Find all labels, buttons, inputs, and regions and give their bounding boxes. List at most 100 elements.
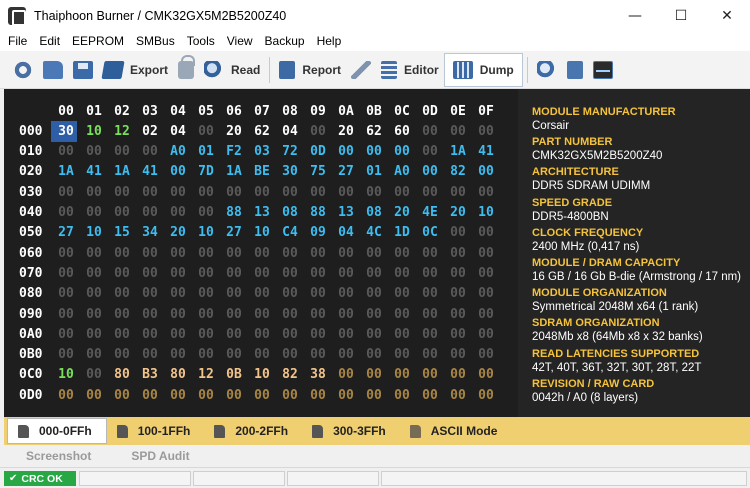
read-button[interactable]: Read xyxy=(199,55,265,85)
hex-byte[interactable]: 13 xyxy=(332,205,360,220)
hex-byte[interactable]: 00 xyxy=(416,185,444,200)
hex-byte[interactable]: 00 xyxy=(192,205,220,220)
hex-byte[interactable]: 00 xyxy=(108,246,136,261)
hex-byte[interactable]: 00 xyxy=(136,286,164,301)
hex-byte[interactable]: 00 xyxy=(304,347,332,362)
hex-byte[interactable]: 1A xyxy=(108,164,136,179)
hex-byte[interactable]: 00 xyxy=(416,246,444,261)
hex-byte[interactable]: 00 xyxy=(388,367,416,382)
hex-byte[interactable]: 20 xyxy=(164,225,192,240)
hex-byte[interactable]: 00 xyxy=(108,286,136,301)
documents-button[interactable] xyxy=(562,55,588,85)
hex-byte[interactable]: 00 xyxy=(192,307,220,322)
save-button[interactable] xyxy=(68,55,98,85)
menu-backup[interactable]: Backup xyxy=(259,34,311,48)
hex-byte[interactable]: 00 xyxy=(416,144,444,159)
hex-byte[interactable]: 00 xyxy=(304,286,332,301)
hex-byte[interactable]: 00 xyxy=(192,124,220,139)
hex-byte[interactable]: 00 xyxy=(304,266,332,281)
hex-byte[interactable]: 00 xyxy=(360,388,388,403)
hex-byte[interactable]: 00 xyxy=(80,327,108,342)
hex-byte[interactable]: 10 xyxy=(472,205,500,220)
hex-byte[interactable]: 00 xyxy=(472,347,500,362)
hex-byte[interactable]: 02 xyxy=(136,124,164,139)
hex-byte[interactable]: 00 xyxy=(360,327,388,342)
hex-byte[interactable]: 1A xyxy=(52,164,80,179)
hex-byte[interactable]: 00 xyxy=(472,388,500,403)
hex-byte[interactable]: 08 xyxy=(276,205,304,220)
hex-byte[interactable]: 00 xyxy=(472,286,500,301)
hex-byte[interactable]: 00 xyxy=(52,246,80,261)
hex-byte[interactable]: 00 xyxy=(52,307,80,322)
hex-byte[interactable]: 80 xyxy=(164,367,192,382)
hex-byte[interactable]: 0B xyxy=(220,367,248,382)
hex-byte[interactable]: 00 xyxy=(276,266,304,281)
hex-byte[interactable]: 00 xyxy=(248,327,276,342)
hex-byte[interactable]: 12 xyxy=(108,124,136,139)
hex-byte[interactable]: 00 xyxy=(416,307,444,322)
hex-byte[interactable]: 10 xyxy=(80,124,108,139)
hex-byte[interactable]: 00 xyxy=(220,388,248,403)
hex-byte[interactable]: 00 xyxy=(360,286,388,301)
hex-byte[interactable]: 4C xyxy=(360,225,388,240)
hex-byte[interactable]: 10 xyxy=(80,225,108,240)
hex-byte[interactable]: 00 xyxy=(80,246,108,261)
hex-byte[interactable]: 00 xyxy=(136,205,164,220)
hex-byte[interactable]: 41 xyxy=(136,164,164,179)
hex-byte[interactable]: 00 xyxy=(52,144,80,159)
hex-byte[interactable]: 00 xyxy=(52,327,80,342)
hex-byte[interactable]: 00 xyxy=(388,388,416,403)
hex-byte[interactable]: 00 xyxy=(304,307,332,322)
hex-byte[interactable]: 00 xyxy=(248,307,276,322)
hex-byte[interactable]: 00 xyxy=(444,266,472,281)
hex-byte[interactable]: 20 xyxy=(388,205,416,220)
hex-byte[interactable]: F2 xyxy=(220,144,248,159)
tab-100-1ffh[interactable]: 100-1FFh xyxy=(107,419,205,443)
hex-byte[interactable]: 00 xyxy=(136,307,164,322)
minimize-button[interactable]: — xyxy=(612,0,658,31)
export-button[interactable]: Export xyxy=(98,55,173,85)
hex-byte[interactable]: 00 xyxy=(360,347,388,362)
hex-byte[interactable]: 00 xyxy=(444,185,472,200)
hex-byte[interactable]: 00 xyxy=(332,185,360,200)
hex-byte[interactable]: 00 xyxy=(472,367,500,382)
hex-byte[interactable]: 20 xyxy=(444,205,472,220)
hex-byte[interactable]: A0 xyxy=(388,164,416,179)
hex-byte[interactable]: 00 xyxy=(276,286,304,301)
hex-byte[interactable]: BE xyxy=(248,164,276,179)
menu-view[interactable]: View xyxy=(221,34,259,48)
screenshot-button[interactable]: Screenshot xyxy=(26,449,91,463)
hex-byte[interactable]: 00 xyxy=(220,327,248,342)
hex-byte[interactable]: 00 xyxy=(332,286,360,301)
hex-byte[interactable]: 00 xyxy=(388,266,416,281)
hex-byte[interactable]: 00 xyxy=(108,266,136,281)
hex-byte[interactable]: 00 xyxy=(416,367,444,382)
lock-button[interactable] xyxy=(173,54,199,85)
hex-byte[interactable]: 00 xyxy=(192,347,220,362)
menu-smbus[interactable]: SMBus xyxy=(130,34,181,48)
open-button[interactable] xyxy=(38,55,68,85)
hex-byte[interactable]: 12 xyxy=(192,367,220,382)
hex-byte[interactable]: 00 xyxy=(360,307,388,322)
editor-button[interactable]: Editor xyxy=(376,55,444,85)
hex-byte[interactable]: 09 xyxy=(304,225,332,240)
hex-byte[interactable]: 00 xyxy=(472,164,500,179)
hex-byte[interactable]: 04 xyxy=(164,124,192,139)
hex-byte[interactable]: 00 xyxy=(276,347,304,362)
hex-byte[interactable]: 30 xyxy=(276,164,304,179)
hex-byte[interactable]: 00 xyxy=(388,246,416,261)
hex-byte[interactable]: 03 xyxy=(248,144,276,159)
hex-byte[interactable]: 04 xyxy=(332,225,360,240)
hex-byte[interactable]: 00 xyxy=(444,225,472,240)
menu-help[interactable]: Help xyxy=(311,34,348,48)
hex-byte[interactable]: 00 xyxy=(52,388,80,403)
hex-byte[interactable]: B3 xyxy=(136,367,164,382)
hex-byte[interactable]: 00 xyxy=(472,246,500,261)
hex-byte[interactable]: 00 xyxy=(332,266,360,281)
hex-byte[interactable]: 00 xyxy=(276,185,304,200)
hex-byte[interactable]: 00 xyxy=(472,266,500,281)
hex-byte[interactable]: 20 xyxy=(220,124,248,139)
hex-byte[interactable]: 00 xyxy=(164,286,192,301)
hex-byte[interactable]: 00 xyxy=(192,246,220,261)
hex-byte[interactable]: 1D xyxy=(388,225,416,240)
